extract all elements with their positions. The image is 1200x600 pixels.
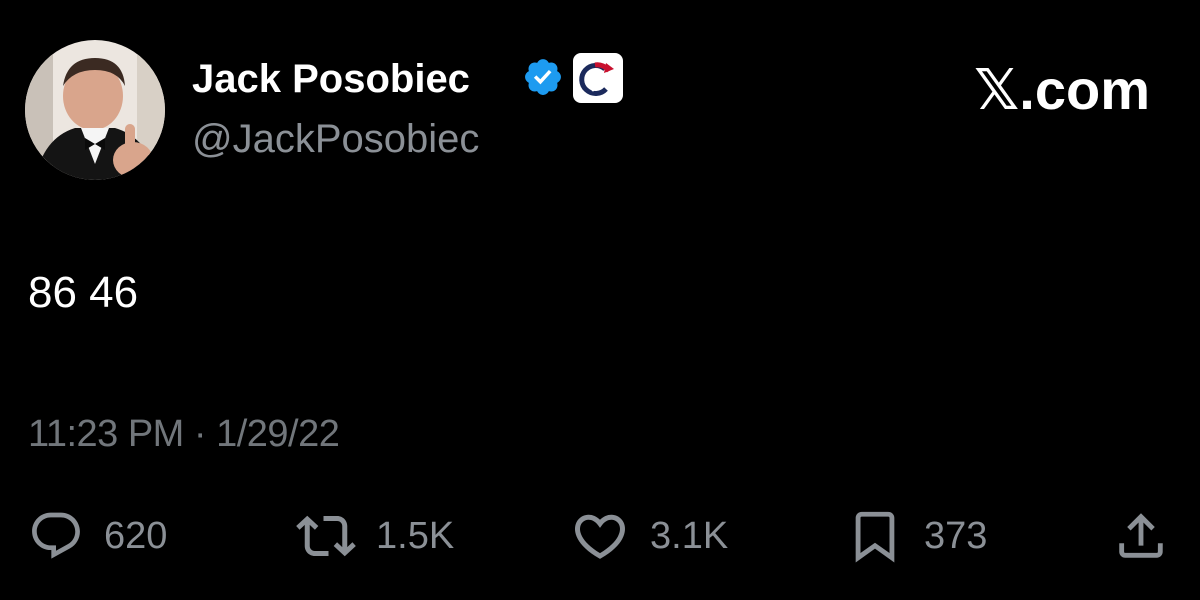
reply-button[interactable]: 620 [28,504,167,568]
like-count: 3.1K [650,515,729,557]
share-icon [1119,513,1163,558]
author-handle[interactable]: @JackPosobiec [192,116,479,162]
avatar-image [25,40,165,180]
repost-button[interactable]: 1.5K [296,504,454,568]
affiliate-badge-icon[interactable] [573,53,623,103]
tweet-text: 86 46 [28,268,139,317]
bookmark-button[interactable]: 373 [846,504,987,568]
like-button[interactable]: 3.1K [570,504,728,568]
verified-badge-icon [522,56,564,98]
heart-icon [574,514,626,559]
repost-icon [296,515,356,557]
bookmark-icon [855,511,895,563]
avatar[interactable] [25,40,165,180]
reply-count: 620 [104,515,168,557]
x-logo: 𝕏.com [974,58,1150,121]
share-button[interactable] [1112,504,1170,568]
author-name[interactable]: Jack Posobiec [192,57,470,101]
reply-icon [32,512,80,559]
bookmark-count: 373 [924,515,988,557]
repost-count: 1.5K [376,515,455,557]
tweet-timestamp[interactable]: 11:23 PM · 1/29/22 [28,412,340,456]
